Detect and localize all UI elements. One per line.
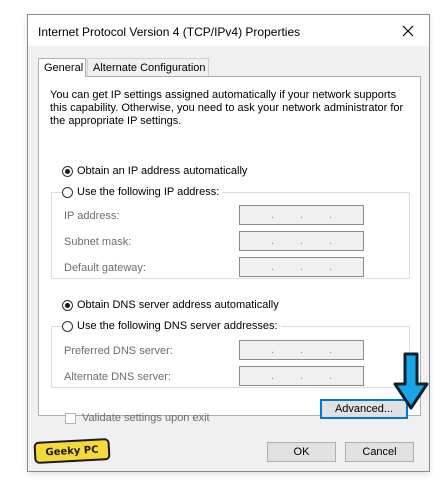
ok-button[interactable]: OK [267,442,336,462]
alternate-dns-input[interactable]: ... [239,366,364,386]
checkbox[interactable] [65,412,76,424]
radio-button-checked[interactable] [62,299,73,311]
dialog-title: Internet Protocol Version 4 (TCP/IPv4) P… [38,25,301,39]
general-panel: You can get IP settings assigned automat… [38,76,421,424]
subnet-mask-label: Subnet mask: [64,236,132,248]
radio-button-checked[interactable] [62,165,73,177]
use-following-dns-label: Use the following DNS server addresses: [77,320,278,332]
arrow-down-icon [393,352,429,410]
validate-settings-checkbox[interactable]: Validate settings upon exit [65,412,210,424]
subnet-mask-input[interactable]: ... [239,231,364,251]
tab-general[interactable]: General [38,58,86,77]
close-button[interactable] [387,15,429,46]
default-gateway-label: Default gateway: [64,262,146,274]
obtain-ip-auto-radio[interactable]: Obtain an IP address automatically [62,165,247,177]
ip-address-input[interactable]: ... [239,205,364,225]
obtain-dns-auto-label: Obtain DNS server address automatically [77,299,279,311]
watermark-text: Geeky PC [45,444,99,458]
tcpip-properties-dialog: Internet Protocol Version 4 (TCP/IPv4) P… [27,14,430,472]
obtain-dns-auto-radio[interactable]: Obtain DNS server address automatically [62,299,279,311]
use-following-ip-label: Use the following IP address: [77,186,220,198]
title-bar: Internet Protocol Version 4 (TCP/IPv4) P… [28,15,429,46]
use-following-dns-radio[interactable]: Use the following DNS server addresses: [62,320,281,332]
default-gateway-input[interactable]: ... [239,257,364,277]
use-following-ip-radio[interactable]: Use the following IP address: [62,186,223,198]
tab-general-label: General [44,62,84,74]
watermark-logo: Geeky PC [33,438,111,464]
obtain-ip-auto-label: Obtain an IP address automatically [77,165,248,177]
radio-button-unchecked[interactable] [62,320,73,332]
intro-text: You can get IP settings assigned automat… [50,89,404,127]
tab-alternate-configuration[interactable]: Alternate Configuration [87,58,209,76]
preferred-dns-label: Preferred DNS server: [64,345,173,357]
radio-button-unchecked[interactable] [62,186,73,198]
cancel-button[interactable]: Cancel [345,442,414,462]
preferred-dns-input[interactable]: ... [239,340,364,360]
tab-alternate-label: Alternate Configuration [93,62,206,74]
close-icon [402,25,414,36]
ip-address-label: IP address: [64,210,120,222]
validate-settings-label: Validate settings upon exit [82,412,210,424]
alternate-dns-label: Alternate DNS server: [64,371,171,383]
